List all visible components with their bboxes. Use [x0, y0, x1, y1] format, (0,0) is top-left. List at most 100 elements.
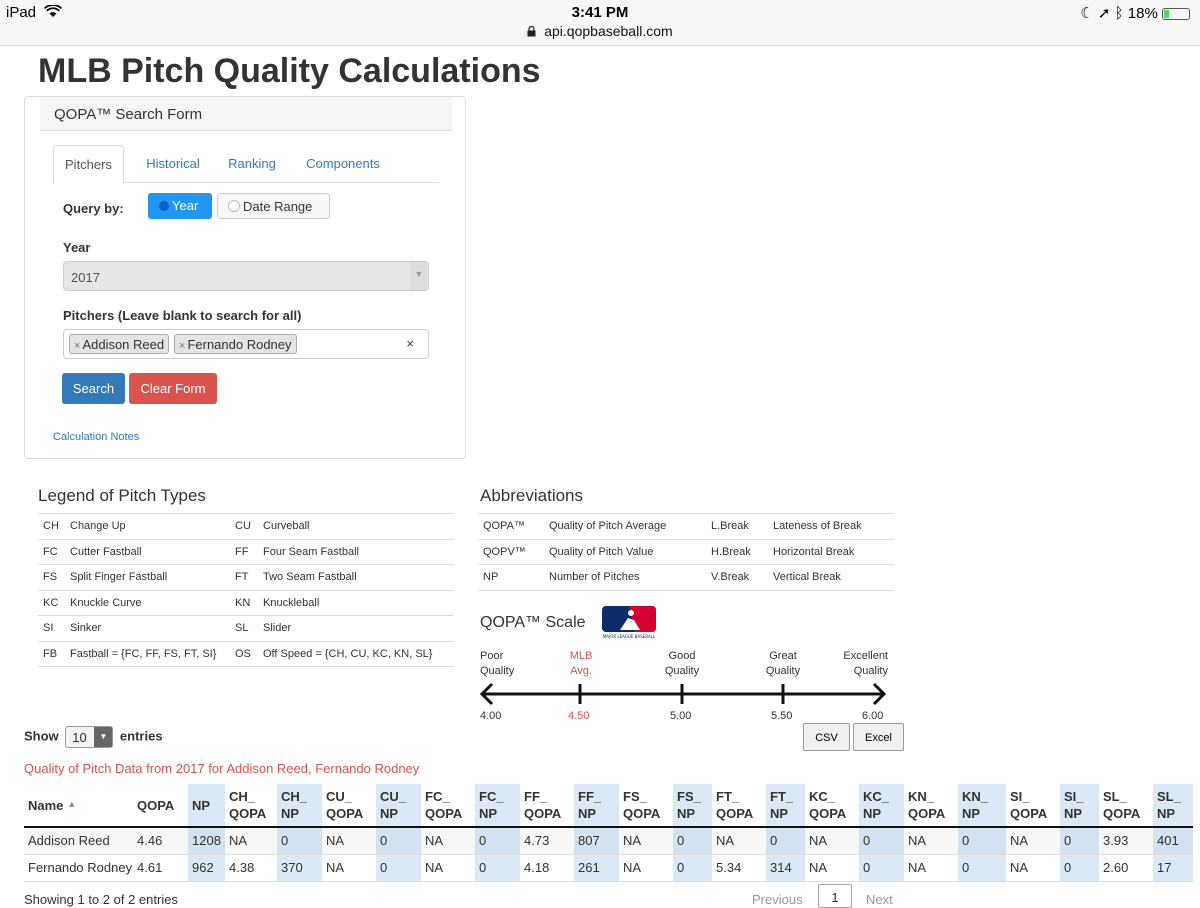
page-length-select[interactable]: 10 ▼: [65, 726, 114, 748]
address-bar[interactable]: api.qopbaseball.com: [0, 23, 1200, 39]
table-cell: 0: [376, 827, 421, 855]
pitcher-name-cell: Fernando Rodney: [24, 854, 133, 882]
url-text: api.qopbaseball.com: [544, 23, 673, 39]
column-header[interactable]: FS_ NP: [673, 784, 712, 828]
column-header[interactable]: FT_ QOPA: [712, 784, 766, 828]
column-header[interactable]: SL_ QOPA: [1099, 784, 1153, 828]
legend-table: CH Change Up CU Curveball FC Cutter Fastball F…: [38, 513, 454, 667]
scale-label-poor: Poor Quality: [480, 650, 515, 677]
column-header[interactable]: FT_ NP: [766, 784, 805, 828]
show-entries-control: Show 10 ▼ entries: [24, 726, 163, 748]
scale-value: 5.50: [771, 710, 793, 722]
svg-text:MAJOR LEAGUE BASEBALL: MAJOR LEAGUE BASEBALL: [603, 634, 656, 639]
scale-value: 4.50: [568, 710, 590, 722]
excel-button[interactable]: Excel: [853, 723, 904, 751]
table-cell: NA: [805, 827, 859, 855]
chevron-down-icon: ▼: [94, 727, 113, 747]
tab-components[interactable]: Components: [297, 145, 389, 183]
remove-tag-icon[interactable]: ×: [179, 340, 185, 352]
search-form-title: QOPA™ Search Form: [40, 97, 452, 131]
column-header[interactable]: KC_ QOPA: [805, 784, 859, 828]
column-header[interactable]: Name ▲: [24, 784, 133, 828]
abbreviation-code: QOPA™: [478, 513, 544, 539]
column-header[interactable]: SI_ NP: [1060, 784, 1099, 828]
ios-status-bar: iPad 3:41 PM api.qopbaseball.com ☾ ➚ ᛒ 1…: [0, 0, 1200, 46]
abbreviation-meaning: Lateness of Break: [768, 513, 894, 539]
table-cell: 17: [1153, 854, 1193, 882]
abbreviation-meaning: Fastball = {FC, FF, FS, FT, SI}: [65, 640, 230, 667]
pitcher-tag[interactable]: × Addison Reed: [69, 334, 170, 354]
tab-ranking[interactable]: Ranking: [219, 145, 285, 183]
legend-row: KC Knuckle Curve KN Knuckleball: [38, 589, 454, 616]
column-header[interactable]: CH_ QOPA: [225, 784, 277, 828]
battery-percent: 18%: [1127, 5, 1158, 22]
pitch-data-table: Name ▲ QOPA NP CH_ QOPA CH_ NP CU_ QOPA CU_ NP FC_ QO…: [24, 784, 1193, 882]
abbreviation-code: H.Break: [706, 538, 768, 565]
pitchers-multiselect[interactable]: × Addison Reed × Fernando Rodney ×: [63, 329, 429, 359]
column-header[interactable]: FC_ QOPA: [421, 784, 475, 828]
column-header[interactable]: CU_ NP: [376, 784, 421, 828]
pitcher-name-cell: Addison Reed: [24, 827, 133, 855]
lock-icon: [527, 23, 544, 39]
abbreviation-code: FC: [38, 538, 65, 565]
table-caption: Quality of Pitch Data from 2017 for Addi…: [24, 761, 420, 776]
tab-historical[interactable]: Historical: [133, 145, 213, 183]
column-header[interactable]: FS_ QOPA: [619, 784, 673, 828]
calculation-notes-link[interactable]: Calculation Notes: [53, 431, 139, 443]
year-select-value: 2017: [71, 270, 100, 285]
abbreviation-code: CH: [38, 513, 65, 539]
column-header[interactable]: CH_ NP: [277, 784, 322, 828]
table-cell: NA: [904, 827, 958, 855]
clear-selection-icon[interactable]: ×: [406, 336, 414, 351]
table-cell: 0: [1060, 854, 1099, 882]
abbreviation-code: FB: [38, 640, 65, 667]
search-button[interactable]: Search: [62, 373, 125, 404]
table-cell: 0: [475, 827, 520, 855]
column-header[interactable]: KN_ QOPA: [904, 784, 958, 828]
csv-button[interactable]: CSV: [803, 723, 850, 751]
column-header[interactable]: NP: [188, 784, 225, 828]
remove-tag-icon[interactable]: ×: [74, 340, 80, 352]
mlb-logo: MAJOR LEAGUE BASEBALL: [602, 606, 656, 640]
bluetooth-icon: ᛒ: [1114, 5, 1124, 22]
year-radio-button[interactable]: Year: [148, 193, 212, 219]
abbreviation-meaning: Horizontal Break: [768, 538, 894, 565]
abbreviation-meaning: Knuckle Curve: [65, 589, 230, 616]
abbreviations-table: QOPA™ Quality of Pitch Average L.Break Late…: [478, 513, 894, 591]
table-cell: 807: [574, 827, 619, 855]
table-cell: 4.73: [520, 827, 574, 855]
abbreviation-code: FF: [230, 538, 258, 565]
column-header[interactable]: SI_ QOPA: [1006, 784, 1060, 828]
pitchers-label: Pitchers (Leave blank to search for all): [63, 308, 302, 323]
year-label: Year: [63, 240, 91, 255]
scale-label-good: Good Quality: [664, 650, 700, 677]
column-header[interactable]: SL_ NP: [1153, 784, 1193, 828]
abbreviation-row: QOPV™ Quality of Pitch Value H.Break Horizo…: [478, 538, 894, 565]
column-header[interactable]: FF_ QOPA: [520, 784, 574, 828]
clock: 3:41 PM: [571, 4, 629, 21]
radio-selected-icon: [159, 201, 169, 211]
column-header[interactable]: KN_ NP: [958, 784, 1006, 828]
year-select[interactable]: 2017 ▼: [63, 261, 429, 291]
table-cell: 4.46: [133, 827, 188, 855]
abbreviation-meaning: Number of Pitches: [544, 564, 706, 591]
table-cell: 0: [376, 854, 421, 882]
legend-row: SI Sinker SL Slider: [38, 615, 454, 641]
abbreviation-meaning: Knuckleball: [258, 589, 454, 616]
column-header[interactable]: FC_ NP: [475, 784, 520, 828]
abbreviation-code: OS: [230, 640, 258, 667]
column-header[interactable]: CU_ QOPA: [322, 784, 376, 828]
scale-value: 5.00: [670, 710, 692, 722]
table-cell: 0: [673, 827, 712, 855]
column-header[interactable]: KC_ NP: [859, 784, 904, 828]
pitcher-tag[interactable]: × Fernando Rodney: [174, 334, 297, 354]
table-cell: 4.18: [520, 854, 574, 882]
clear-form-button[interactable]: Clear Form: [129, 373, 217, 404]
current-page-button[interactable]: 1: [818, 884, 852, 908]
year-option-label: Year: [172, 198, 199, 213]
column-header[interactable]: QOPA: [133, 784, 188, 828]
date-range-radio-button[interactable]: Date Range: [217, 193, 330, 219]
column-header[interactable]: FF_ NP: [574, 784, 619, 828]
table-cell: 0: [859, 854, 904, 882]
tab-pitchers[interactable]: Pitchers: [53, 145, 124, 184]
